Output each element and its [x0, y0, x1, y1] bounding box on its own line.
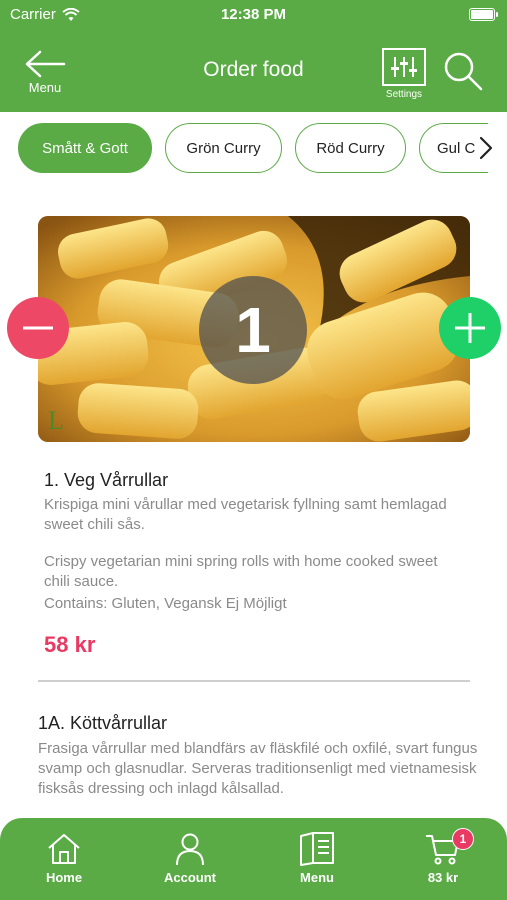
clock: 12:38 PM	[220, 6, 287, 23]
category-tabs: Smått & Gott Grön Curry Röd Curry Gul C	[18, 123, 488, 173]
tab-rod-curry[interactable]: Röd Curry	[295, 123, 406, 173]
product-description-en: Crispy vegetarian mini spring rolls with…	[44, 553, 438, 590]
cart-badge: 1	[452, 828, 474, 850]
header-curve	[0, 96, 507, 111]
menu-book-icon	[300, 832, 334, 866]
nav-home-label: Home	[45, 870, 83, 885]
product-name: 1. Veg Vårrullar	[44, 470, 169, 490]
divider	[38, 680, 470, 682]
status-bar: Carrier 12:38 PM	[0, 4, 507, 26]
battery-icon	[469, 8, 498, 21]
tab-smatt-gott[interactable]: Smått & Gott	[18, 123, 152, 173]
nav-account-label: Account	[164, 870, 216, 885]
plus-icon	[455, 313, 485, 343]
settings-button[interactable]: Settings	[378, 48, 430, 100]
nav-account[interactable]: Account	[145, 832, 235, 885]
increase-quantity-button[interactable]	[439, 297, 501, 359]
user-icon	[176, 833, 204, 866]
nav-cart-total: 83 kr	[427, 870, 459, 885]
home-icon	[48, 834, 80, 864]
quantity-counter: 1	[199, 276, 307, 384]
nav-menu-label: Menu	[300, 870, 334, 885]
product-allergens: Contains: Gluten, Vegansk Ej Möjligt	[44, 595, 287, 612]
settings-label: Settings	[385, 89, 423, 100]
minus-icon	[23, 326, 53, 330]
nav-home[interactable]: Home	[19, 832, 109, 885]
restaurant-logo-mark: L	[48, 406, 64, 435]
product-description-2: Frasiga vårrullar med blandfärs av fläsk…	[38, 740, 478, 797]
product-price: 58 kr	[44, 632, 96, 657]
nav-menu[interactable]: Menu	[272, 832, 362, 885]
product-name-2: 1A. Köttvårrullar	[38, 713, 168, 733]
search-button[interactable]	[442, 50, 484, 97]
nav-cart[interactable]: 83 kr	[398, 832, 488, 885]
tab-gron-curry[interactable]: Grön Curry	[165, 123, 282, 173]
product-description-sv: Krispiga mini vårullar med vegetarisk fy…	[44, 496, 447, 533]
bottom-nav: Home Account Menu 83 kr	[0, 818, 507, 900]
sliders-icon	[382, 48, 426, 86]
chevron-right-icon[interactable]	[478, 135, 494, 161]
decrease-quantity-button[interactable]	[7, 297, 69, 359]
back-label: Menu	[28, 80, 62, 95]
page-title: Order food	[203, 58, 304, 81]
search-icon	[444, 52, 483, 91]
